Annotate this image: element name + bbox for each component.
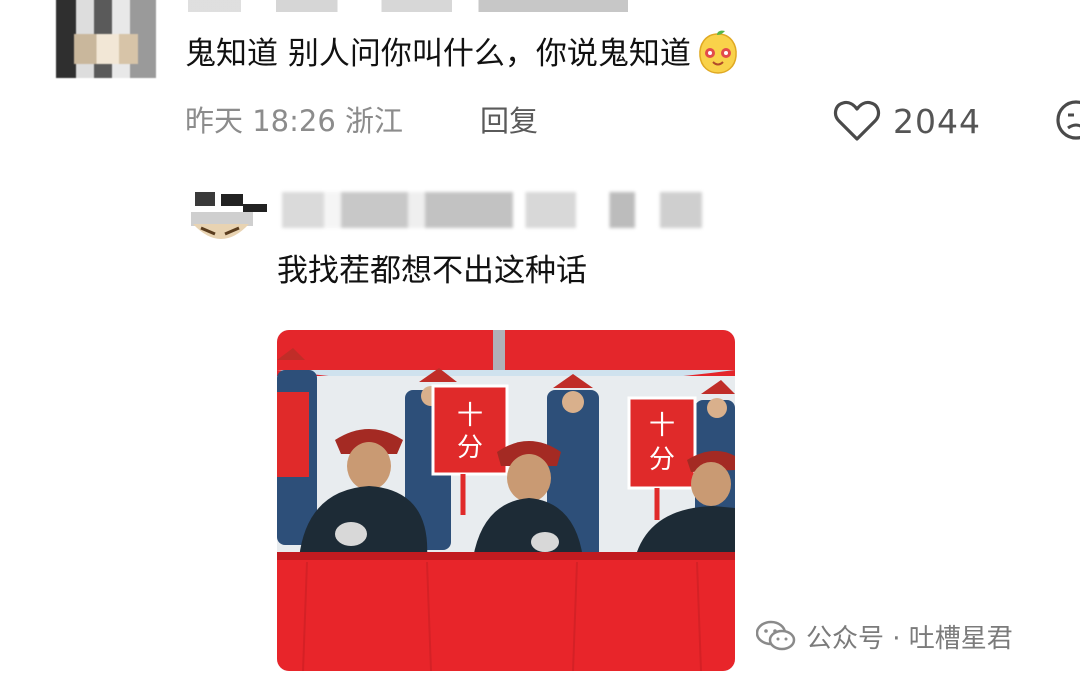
heart-icon xyxy=(833,100,881,141)
commenter-username-blurred[interactable] xyxy=(188,0,628,12)
watermark-text: 公众号 · 吐槽星君 xyxy=(806,623,1013,654)
reply-button[interactable]: 回复 xyxy=(480,98,538,140)
sign-text-bottom: 分 xyxy=(457,433,483,463)
reply-text: 我找茬都想不出这种话 xyxy=(277,253,587,289)
replier-avatar[interactable] xyxy=(187,192,267,250)
peach-face-emoji-icon xyxy=(695,29,741,75)
wechat-icon xyxy=(756,620,796,651)
like-button[interactable]: 2044 xyxy=(833,97,981,145)
sign-text-bottom: 分 xyxy=(649,445,675,475)
attached-photo[interactable]: 十 分 十 分 xyxy=(277,330,735,671)
dislike-face-icon[interactable] xyxy=(1054,98,1080,142)
replier-username-blurred[interactable] xyxy=(282,192,702,228)
watermark: 公众号 · 吐槽星君 xyxy=(756,614,1013,658)
like-count: 2044 xyxy=(893,101,981,141)
commenter-avatar[interactable] xyxy=(56,0,156,78)
comment-meta: 昨天 18:26 浙江 xyxy=(185,104,404,138)
sign-text-top: 十 xyxy=(457,401,483,431)
comment-text: 鬼知道 别人问你叫什么，你说鬼知道 xyxy=(185,36,691,72)
comment-body: 鬼知道 别人问你叫什么，你说鬼知道 xyxy=(185,30,741,79)
sign-text-top: 十 xyxy=(649,411,675,441)
